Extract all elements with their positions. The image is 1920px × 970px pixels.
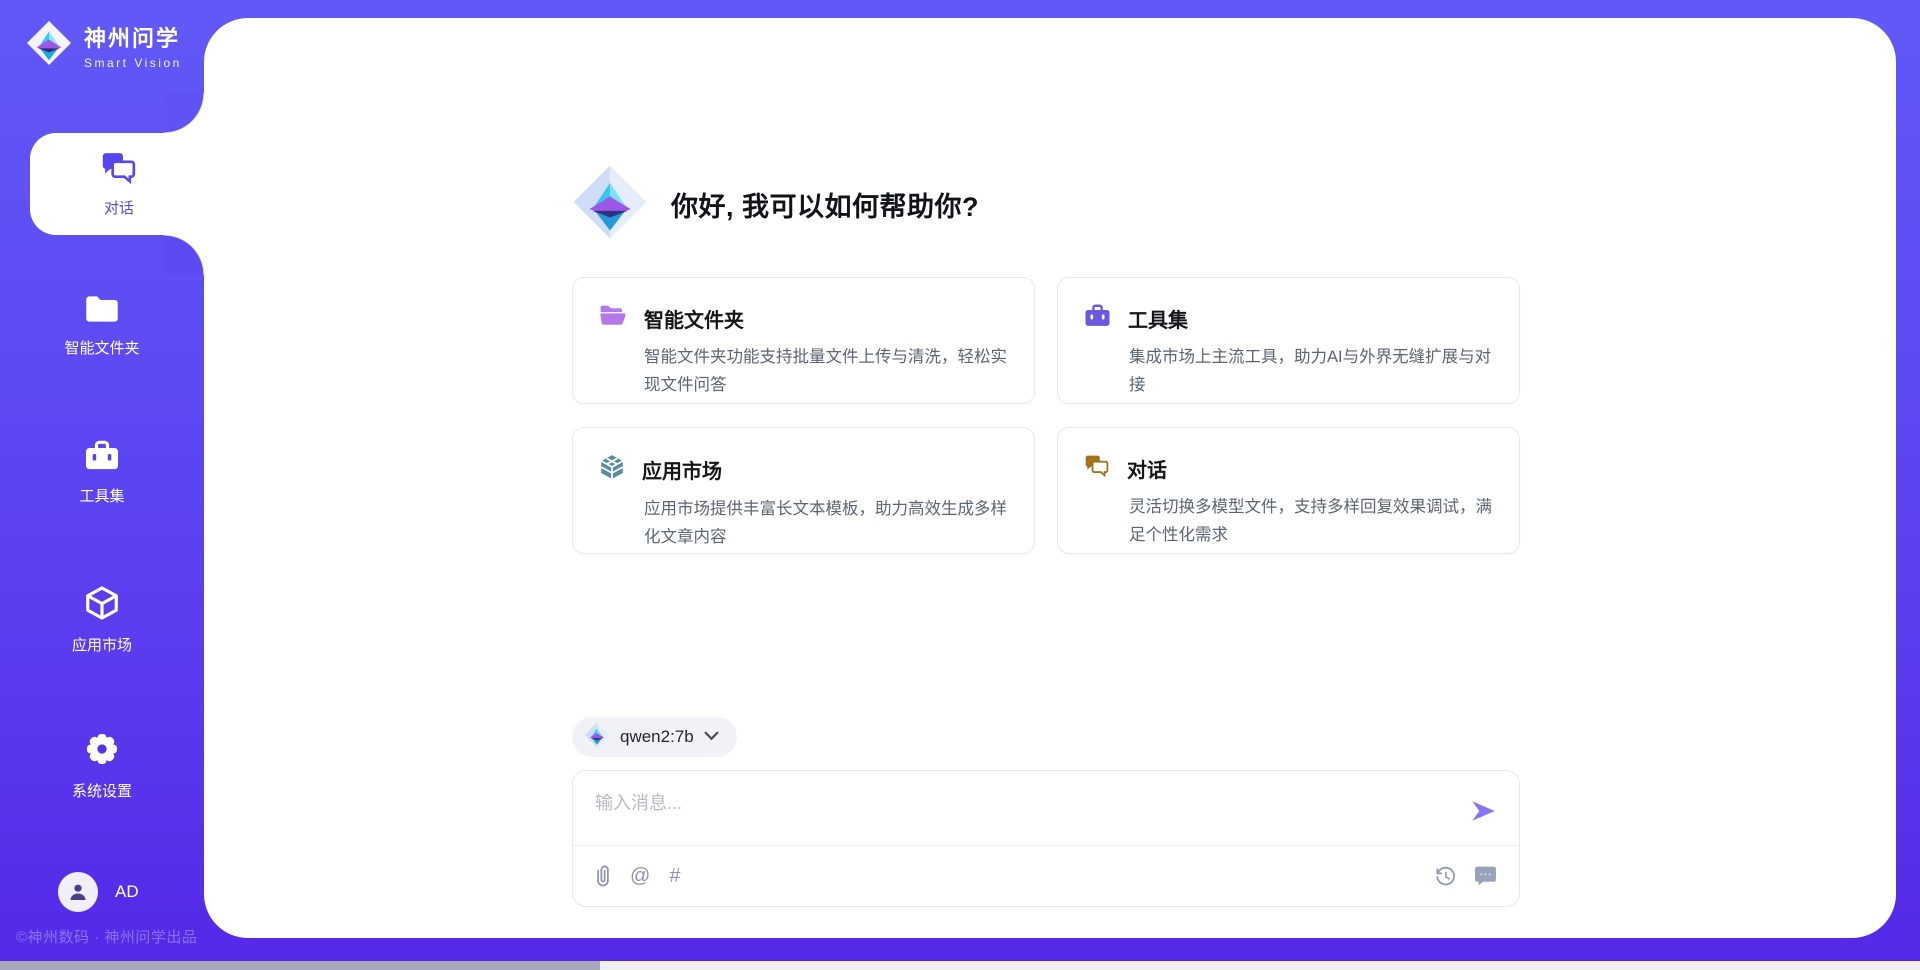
at-icon[interactable]: @ [630, 866, 650, 886]
sidebar-item-settings[interactable]: 系统设置 [0, 728, 204, 804]
card-title: 智能文件夹 [644, 304, 744, 333]
sidebar-item-label: 工具集 [79, 485, 124, 506]
model-selector[interactable]: qwen2:7b [572, 717, 737, 757]
sidebar-item-label: 应用市场 [72, 634, 132, 655]
folder-icon [84, 294, 120, 329]
sidebar: 神州问学 Smart Vision 对话 智能文件夹 [0, 0, 204, 970]
card-description: 灵活切换多模型文件，支持多样回复效果调试，满足个性化需求 [1129, 493, 1495, 549]
sidebar-item-smart-folder[interactable]: 智能文件夹 [0, 288, 204, 364]
brand-subtitle: Smart Vision [84, 56, 182, 70]
send-icon[interactable] [1469, 797, 1497, 825]
model-name: qwen2:7b [620, 727, 694, 747]
card-title: 对话 [1127, 454, 1167, 483]
message-composer: @ # [572, 770, 1520, 907]
avatar [58, 872, 98, 912]
sidebar-item-label: 对话 [104, 197, 134, 218]
feature-cards: 智能文件夹 智能文件夹功能支持批量文件上传与清洗，轻松实现文件问答 工具集 [572, 277, 1520, 554]
user-profile[interactable]: AD [58, 872, 139, 912]
horizontal-scrollbar[interactable] [0, 961, 1920, 970]
brand-diamond-logo [26, 20, 72, 71]
chat-bubbles-icon [100, 151, 138, 190]
sidebar-item-label: 系统设置 [72, 780, 132, 801]
chevron-down-icon [704, 728, 719, 746]
copyright: ©神州数码 · 神州问学出品 [16, 926, 197, 947]
card-title: 应用市场 [642, 455, 722, 484]
greeting-text: 你好, 我可以如何帮助你? [671, 185, 979, 224]
brand-diamond-logo [572, 164, 648, 245]
card-smart-folder[interactable]: 智能文件夹 智能文件夹功能支持批量文件上传与清洗，轻松实现文件问答 [572, 277, 1035, 404]
briefcase-icon [84, 440, 120, 477]
card-description: 智能文件夹功能支持批量文件上传与清洗，轻松实现文件问答 [644, 343, 1010, 399]
card-description: 应用市场提供丰富长文本模板，助力高效生成多样化文章内容 [644, 495, 1010, 551]
composer-toolbar: @ # [573, 846, 1519, 906]
card-description: 集成市场上主流工具，助力AI与外界无缝扩展与对接 [1129, 343, 1495, 399]
scrollbar-thumb[interactable] [0, 961, 600, 970]
folder-open-icon [599, 304, 627, 333]
message-input[interactable] [573, 771, 1453, 843]
card-app-market[interactable]: 应用市场 应用市场提供丰富长文本模板，助力高效生成多样化文章内容 [572, 427, 1035, 554]
brand-name: 神州问学 [84, 21, 182, 53]
main-panel: 你好, 我可以如何帮助你? 智能文件夹 智能文件夹功能支持批量文件上传与清洗，轻… [204, 18, 1896, 938]
greeting-row: 你好, 我可以如何帮助你? [572, 164, 979, 245]
sidebar-item-app-market[interactable]: 应用市场 [0, 582, 204, 658]
comment-icon[interactable] [1474, 865, 1497, 887]
tab-fillet-bottom [164, 235, 204, 275]
brand: 神州问学 Smart Vision [26, 20, 182, 71]
chat-bubbles-icon [1084, 454, 1110, 483]
cube-grid-icon [599, 454, 625, 485]
gear-icon [84, 731, 120, 772]
user-name: AD [115, 882, 139, 902]
card-toolset[interactable]: 工具集 集成市场上主流工具，助力AI与外界无缝扩展与对接 [1057, 277, 1520, 404]
sidebar-item-toolset[interactable]: 工具集 [0, 435, 204, 511]
sidebar-item-chat[interactable]: 对话 [30, 133, 208, 235]
hash-icon[interactable]: # [669, 866, 680, 886]
card-title: 工具集 [1128, 304, 1188, 333]
content-column: 你好, 我可以如何帮助你? 智能文件夹 智能文件夹功能支持批量文件上传与清洗，轻… [572, 18, 1520, 938]
model-diamond-logo [584, 722, 610, 753]
history-icon[interactable] [1434, 865, 1457, 888]
sidebar-item-label: 智能文件夹 [64, 337, 139, 358]
paperclip-icon[interactable] [595, 864, 611, 888]
cube-icon [84, 585, 120, 626]
card-chat[interactable]: 对话 灵活切换多模型文件，支持多样回复效果调试，满足个性化需求 [1057, 427, 1520, 554]
briefcase-icon [1084, 304, 1111, 333]
tab-fillet-top [164, 93, 204, 133]
